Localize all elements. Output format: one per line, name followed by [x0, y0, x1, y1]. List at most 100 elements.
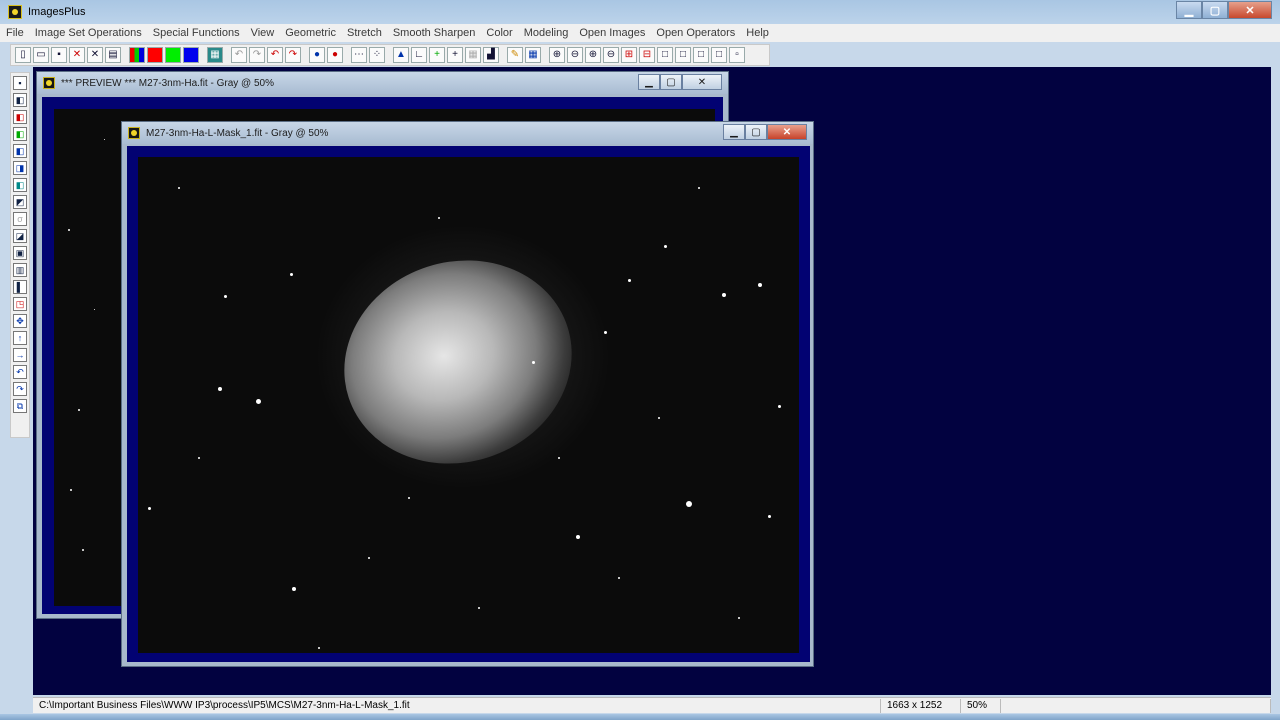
red-black-icon[interactable]: ◧: [13, 110, 27, 124]
redo-icon[interactable]: ↷: [249, 47, 265, 63]
menu-file[interactable]: File: [6, 27, 24, 39]
menu-color[interactable]: Color: [486, 27, 512, 39]
close-icon[interactable]: ✕: [1228, 1, 1272, 19]
histogram-icon[interactable]: ▲: [393, 47, 409, 63]
dots-line-icon[interactable]: ⋯: [351, 47, 367, 63]
move-icon[interactable]: ✥: [13, 314, 27, 328]
star: [558, 457, 560, 459]
toolbar-separator: [201, 47, 205, 63]
columns-icon[interactable]: ▥: [13, 263, 27, 277]
teal-black-icon[interactable]: ◧: [13, 178, 27, 192]
black-white-icon[interactable]: ◧: [13, 93, 27, 107]
arrow-right-icon[interactable]: →: [13, 348, 27, 362]
save-icon[interactable]: ▪: [51, 47, 67, 63]
menu-open-operators[interactable]: Open Operators: [656, 27, 735, 39]
mask-window-titlebar[interactable]: M27-3nm-Ha-L-Mask_1.fit - Gray @ 50% ▁ ▢…: [122, 122, 813, 144]
zoom-plus-red-icon[interactable]: ⊞: [621, 47, 637, 63]
undo-all-icon[interactable]: ↶: [267, 47, 283, 63]
minimize-icon[interactable]: ▁: [723, 124, 745, 140]
app-window: ImagesPlus ▁ ▢ ✕ File Image Set Operatio…: [0, 0, 1280, 720]
black-bar-icon[interactable]: ▌: [13, 280, 27, 294]
menu-view[interactable]: View: [251, 27, 275, 39]
app-titlebar[interactable]: ImagesPlus ▁ ▢ ✕: [0, 0, 1280, 24]
maximize-icon[interactable]: ▢: [660, 74, 682, 90]
copy-icon[interactable]: ⧉: [13, 399, 27, 413]
status-file-path: C:\Important Business Files\WWW IP3\proc…: [33, 698, 881, 713]
star: [576, 535, 580, 539]
rotate-left-icon[interactable]: ↶: [13, 365, 27, 379]
blue-channel-icon[interactable]: [183, 47, 199, 63]
menu-modeling[interactable]: Modeling: [524, 27, 569, 39]
sigma-icon[interactable]: σ: [13, 212, 27, 226]
menu-special-functions[interactable]: Special Functions: [153, 27, 240, 39]
menu-stretch[interactable]: Stretch: [347, 27, 382, 39]
redo-all-icon[interactable]: ↷: [285, 47, 301, 63]
zoom-fit-icon[interactable]: ⊕: [585, 47, 601, 63]
minimize-icon[interactable]: ▁: [638, 74, 660, 90]
mask-corner-icon[interactable]: ◩: [13, 195, 27, 209]
close-icon[interactable]: ✕: [767, 124, 807, 140]
window-smallest-icon[interactable]: ▫: [729, 47, 745, 63]
gradient-icon[interactable]: ◪: [13, 229, 27, 243]
star: [768, 515, 771, 518]
star: [738, 617, 740, 619]
preview-window-titlebar[interactable]: *** PREVIEW *** M27-3nm-Ha.fit - Gray @ …: [37, 72, 728, 94]
crosshair-icon[interactable]: +: [447, 47, 463, 63]
window-medium-icon[interactable]: □: [675, 47, 691, 63]
grid-icon[interactable]: ▦: [465, 47, 481, 63]
open-folder-icon[interactable]: ▭: [33, 47, 49, 63]
window-small-icon[interactable]: □: [693, 47, 709, 63]
star: [198, 457, 200, 459]
blue-dot-icon[interactable]: ●: [309, 47, 325, 63]
menu-image-set-operations[interactable]: Image Set Operations: [35, 27, 142, 39]
minimize-icon[interactable]: ▁: [1176, 1, 1202, 19]
star: [698, 187, 700, 189]
maximize-icon[interactable]: ▢: [1202, 1, 1228, 19]
maximize-icon[interactable]: ▢: [745, 124, 767, 140]
curve-icon[interactable]: ∟: [411, 47, 427, 63]
zoom-actual-icon[interactable]: ⊖: [603, 47, 619, 63]
undo-icon[interactable]: ↶: [231, 47, 247, 63]
zoom-out-icon[interactable]: ⊖: [567, 47, 583, 63]
frame-icon[interactable]: ▣: [13, 246, 27, 260]
red-channel-icon[interactable]: [147, 47, 163, 63]
star: [82, 549, 84, 551]
blue-white-icon[interactable]: ◨: [13, 161, 27, 175]
menu-open-images[interactable]: Open Images: [579, 27, 645, 39]
close-icon[interactable]: ✕: [682, 74, 722, 90]
star: [686, 501, 692, 507]
star: [478, 607, 480, 609]
window-smaller-icon[interactable]: □: [711, 47, 727, 63]
mask-image-canvas[interactable]: [138, 157, 799, 653]
blue-black-icon[interactable]: ◧: [13, 144, 27, 158]
grid-select-icon[interactable]: ▦: [207, 47, 223, 63]
zoom-minus-red-icon[interactable]: ⊟: [639, 47, 655, 63]
cancel-icon[interactable]: ✕: [87, 47, 103, 63]
green-channel-icon[interactable]: [165, 47, 181, 63]
app-window-controls: ▁ ▢ ✕: [1176, 1, 1272, 19]
green-black-icon[interactable]: ◧: [13, 127, 27, 141]
window-large-icon[interactable]: □: [657, 47, 673, 63]
menu-geometric[interactable]: Geometric: [285, 27, 336, 39]
new-file-icon[interactable]: ▯: [15, 47, 31, 63]
star: [532, 361, 535, 364]
red-dot-icon[interactable]: ●: [327, 47, 343, 63]
select-region-icon[interactable]: ◳: [13, 297, 27, 311]
zoom-in-icon[interactable]: ⊕: [549, 47, 565, 63]
rgb-channels-icon[interactable]: [129, 47, 145, 63]
save-image-icon[interactable]: ▪: [13, 76, 27, 90]
pencil-icon[interactable]: ✎: [507, 47, 523, 63]
taskbar-edge: [0, 714, 1280, 720]
mask-window[interactable]: M27-3nm-Ha-L-Mask_1.fit - Gray @ 50% ▁ ▢…: [121, 121, 814, 667]
menu-smooth-sharpen[interactable]: Smooth Sharpen: [393, 27, 476, 39]
crosshair-green-icon[interactable]: +: [429, 47, 445, 63]
dots-grid-icon[interactable]: ⁘: [369, 47, 385, 63]
table-icon[interactable]: ▦: [525, 47, 541, 63]
chart-icon[interactable]: ▟: [483, 47, 499, 63]
close-image-icon[interactable]: ✕: [69, 47, 85, 63]
mdi-workspace: *** PREVIEW *** M27-3nm-Ha.fit - Gray @ …: [33, 67, 1271, 695]
menu-help[interactable]: Help: [746, 27, 769, 39]
rotate-right-icon[interactable]: ↷: [13, 382, 27, 396]
print-icon[interactable]: ▤: [105, 47, 121, 63]
arrow-up-icon[interactable]: ↑: [13, 331, 27, 345]
